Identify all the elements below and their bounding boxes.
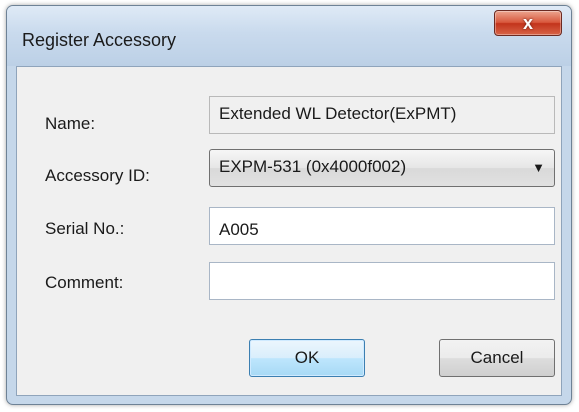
comment-label: Comment: [45, 273, 124, 292]
accessory-id-dropdown[interactable]: EXPM-531 (0x4000f002) ▼ [209, 149, 555, 187]
comment-input[interactable] [209, 262, 555, 300]
serial-no-input[interactable] [209, 207, 555, 245]
dialog-body: Name: Extended WL Detector(ExPMT) Access… [16, 66, 562, 396]
close-button[interactable]: x [494, 10, 562, 36]
name-label: Name: [45, 114, 96, 133]
cancel-button[interactable]: Cancel [439, 339, 555, 377]
name-field: Extended WL Detector(ExPMT) [209, 96, 555, 134]
title-bar[interactable]: Register Accessory x [7, 6, 571, 66]
accessory-id-value: EXPM-531 (0x4000f002) [219, 157, 407, 176]
dialog-title: Register Accessory [22, 30, 177, 50]
accessory-id-label: Accessory ID: [45, 166, 150, 185]
serial-no-label: Serial No.: [45, 219, 125, 238]
chevron-down-icon[interactable]: ▼ [532, 160, 545, 175]
ok-button[interactable]: OK [249, 339, 365, 377]
register-accessory-dialog: Register Accessory x Name: Extended WL D… [6, 5, 572, 405]
close-icon: x [522, 12, 533, 33]
